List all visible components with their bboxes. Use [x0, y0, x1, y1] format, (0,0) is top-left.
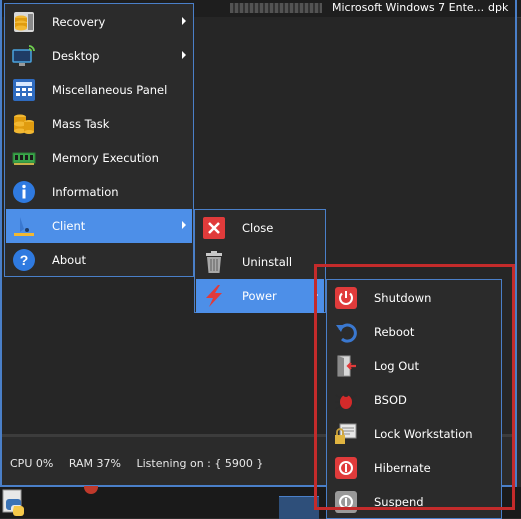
menu-item-information[interactable]: Information — [6, 175, 192, 209]
menu-item-label: Information — [52, 185, 119, 199]
menu-item-label: Mass Task — [52, 117, 110, 131]
menu-item-uninstall[interactable]: Uninstall — [196, 245, 324, 279]
client-submenu: Close Uninstall Power — [194, 209, 326, 313]
question-icon: ? — [13, 249, 35, 271]
taskbar-active-item[interactable] — [279, 496, 319, 519]
highlight-box — [314, 264, 515, 510]
trash-icon — [206, 251, 222, 273]
client-user-icon — [14, 217, 34, 236]
menu-item-label: Recovery — [52, 15, 106, 29]
menu-item-label: About — [52, 253, 87, 267]
main-context-menu: Recovery Desktop Miscellaneous Panel Mas… — [4, 3, 194, 277]
menu-item-about[interactable]: ? About — [6, 243, 192, 277]
status-bar: CPU 0% RAM 37% Listening on : { 5900 } — [10, 457, 275, 471]
menu-item-desktop[interactable]: Desktop — [6, 39, 192, 73]
calculator-panel-icon — [13, 79, 35, 101]
cpu-status: CPU 0% — [10, 457, 54, 470]
menu-item-label: Client — [52, 219, 86, 233]
menu-item-label: Miscellaneous Panel — [52, 83, 168, 97]
memory-chip-icon — [12, 152, 36, 165]
menu-item-client[interactable]: Client — [6, 209, 192, 243]
menu-item-close[interactable]: Close — [196, 211, 324, 245]
menu-item-label: Close — [242, 221, 274, 235]
menu-item-mass-task[interactable]: Mass Task — [6, 107, 192, 141]
menu-item-recovery[interactable]: Recovery — [6, 5, 192, 39]
close-icon — [203, 217, 225, 239]
menu-item-label: Power — [242, 289, 277, 303]
database-coins-icon — [14, 114, 34, 134]
info-icon — [13, 181, 35, 203]
menu-item-label: Uninstall — [242, 255, 293, 269]
python-icon[interactable] — [2, 489, 30, 517]
submenu-arrow-icon — [182, 17, 186, 25]
menu-item-miscellaneous-panel[interactable]: Miscellaneous Panel — [6, 73, 192, 107]
lightning-icon — [206, 285, 222, 307]
svg-text:?: ? — [20, 252, 29, 268]
submenu-arrow-icon — [182, 221, 186, 229]
database-stack-icon — [14, 12, 34, 32]
menu-item-label: Memory Execution — [52, 151, 159, 165]
listening-status: Listening on : { 5900 } — [136, 457, 264, 470]
menu-item-memory-execution[interactable]: Memory Execution — [6, 141, 192, 175]
desktop-signal-icon — [12, 45, 35, 66]
ram-status: RAM 37% — [68, 457, 121, 470]
menu-item-label: Desktop — [52, 49, 100, 63]
menu-item-power[interactable]: Power — [196, 279, 324, 313]
submenu-arrow-icon — [182, 51, 186, 59]
